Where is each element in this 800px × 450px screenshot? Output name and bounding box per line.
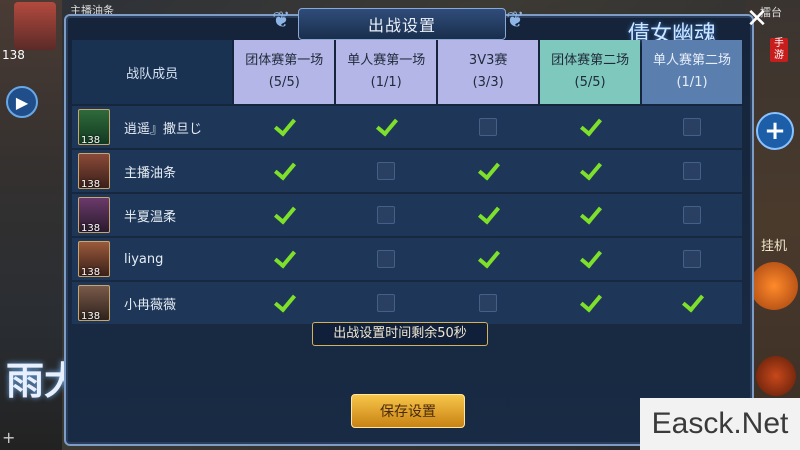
- table-row: 138 小冉薇薇: [72, 282, 742, 324]
- match-count: (3/3): [472, 75, 504, 90]
- lineup-checkbox[interactable]: [479, 294, 498, 312]
- lineup-checkbox[interactable]: [581, 250, 599, 268]
- player-avatar[interactable]: [14, 2, 56, 50]
- match-count: (1/1): [676, 75, 708, 90]
- member-portrait: 138: [78, 197, 110, 234]
- member-portrait: 138: [78, 241, 110, 278]
- member-level: 138: [81, 267, 101, 278]
- lineup-checkbox[interactable]: [275, 162, 293, 180]
- brand-tag: 手游: [770, 38, 788, 62]
- member-cell: 138 半夏温柔: [72, 194, 232, 236]
- lineup-checkbox[interactable]: [479, 162, 497, 180]
- title-ornament-right-icon: ❦: [506, 8, 525, 33]
- lineup-checkbox[interactable]: [377, 294, 396, 312]
- skill-orb-icon-2[interactable]: [756, 356, 796, 396]
- member-name: 主播油条: [124, 165, 177, 181]
- lineup-checkbox[interactable]: [377, 162, 396, 180]
- lineup-checkbox[interactable]: [581, 294, 599, 312]
- lineup-checkbox[interactable]: [479, 118, 498, 136]
- match-header-5: 单人赛第二场 (1/1): [642, 40, 742, 104]
- member-portrait: 138: [78, 153, 110, 190]
- lineup-table: 战队成员 团体赛第一场 (5/5) 单人赛第一场 (1/1) 3V3赛 (3/3…: [72, 40, 742, 324]
- skill-orb-icon[interactable]: [750, 262, 798, 310]
- member-level: 138: [81, 311, 101, 322]
- lineup-checkbox[interactable]: [275, 250, 293, 268]
- member-cell: 138 主播油条: [72, 150, 232, 192]
- lineup-checkbox[interactable]: [683, 118, 702, 136]
- play-icon[interactable]: ▶: [6, 86, 38, 118]
- table-row: 138 主播油条: [72, 150, 742, 192]
- match-name: 单人赛第二场: [653, 53, 732, 68]
- member-portrait: 138: [78, 285, 110, 322]
- lineup-checkbox[interactable]: [479, 250, 497, 268]
- lineup-checkbox[interactable]: [275, 206, 293, 224]
- lineup-checkbox[interactable]: [683, 294, 701, 312]
- save-settings-button[interactable]: 保存设置: [351, 394, 465, 428]
- match-count: (5/5): [268, 75, 300, 90]
- close-icon[interactable]: ✕: [744, 6, 770, 32]
- member-cell: 138 逍遥』撒旦じ: [72, 106, 232, 148]
- lineup-checkbox[interactable]: [377, 250, 396, 268]
- lineup-checkbox[interactable]: [275, 118, 293, 136]
- countdown-timer: 出战设置时间剩余50秒: [312, 322, 488, 346]
- dialog-title: 出战设置: [367, 16, 436, 35]
- member-cell: 138 小冉薇薇: [72, 282, 232, 324]
- member-name: 逍遥』撒旦じ: [124, 121, 203, 137]
- match-header-3: 3V3赛 (3/3): [438, 40, 539, 104]
- match-name: 团体赛第二场: [551, 53, 630, 68]
- member-cell: 138 liyang: [72, 238, 232, 280]
- save-settings-label: 保存设置: [380, 404, 436, 420]
- watermark: Easck.Net: [640, 398, 800, 450]
- lineup-checkbox[interactable]: [377, 118, 395, 136]
- member-level: 138: [81, 179, 101, 190]
- match-name: 3V3赛: [468, 53, 508, 68]
- lineup-checkbox[interactable]: [581, 206, 599, 224]
- lineup-checkbox[interactable]: [683, 206, 702, 224]
- match-header-4: 团体赛第二场 (5/5): [540, 40, 641, 104]
- dialog-title-banner: 出战设置: [298, 8, 506, 40]
- lineup-checkbox[interactable]: [275, 294, 293, 312]
- match-count: (5/5): [574, 75, 606, 90]
- match-name: 团体赛第一场: [245, 53, 324, 68]
- match-name: 单人赛第一场: [347, 53, 426, 68]
- lineup-checkbox[interactable]: [377, 206, 396, 224]
- lineup-checkbox[interactable]: [683, 250, 702, 268]
- table-row: 138 liyang: [72, 238, 742, 280]
- title-ornament-left-icon: ❦: [272, 8, 291, 33]
- lineup-checkbox[interactable]: [581, 162, 599, 180]
- member-name: 小冉薇薇: [124, 297, 177, 313]
- lineup-checkbox[interactable]: [683, 162, 702, 180]
- table-row: 138 逍遥』撒旦じ: [72, 106, 742, 148]
- member-name: liyang: [124, 251, 164, 267]
- player-level: 138: [2, 48, 25, 62]
- match-count: (1/1): [370, 75, 402, 90]
- add-icon[interactable]: +: [756, 112, 794, 150]
- lineup-checkbox[interactable]: [479, 206, 497, 224]
- table-header-row: 战队成员 团体赛第一场 (5/5) 单人赛第一场 (1/1) 3V3赛 (3/3…: [72, 40, 742, 104]
- member-name: 半夏温柔: [124, 209, 177, 225]
- bottom-plus-icon[interactable]: +: [2, 428, 15, 447]
- member-level: 138: [81, 135, 101, 146]
- member-level: 138: [81, 223, 101, 234]
- lineup-checkbox[interactable]: [581, 118, 599, 136]
- match-header-1: 团体赛第一场 (5/5): [234, 40, 335, 104]
- member-column-header: 战队成员: [72, 40, 233, 104]
- match-header-2: 单人赛第一场 (1/1): [336, 40, 437, 104]
- table-row: 138 半夏温柔: [72, 194, 742, 236]
- auto-battle-label: 挂机: [760, 238, 787, 254]
- auto-battle-button[interactable]: 挂机: [754, 192, 794, 262]
- member-portrait: 138: [78, 109, 110, 146]
